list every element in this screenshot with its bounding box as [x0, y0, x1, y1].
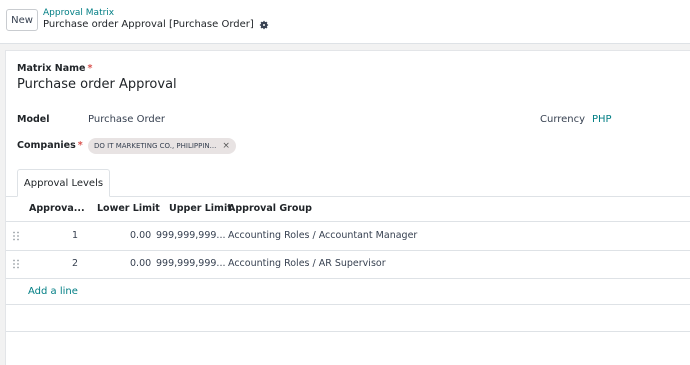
table-row[interactable]: 1 0.00 999,999,999... Accounting Roles /…: [6, 222, 690, 250]
row-divider: [6, 278, 690, 279]
model-label: Model: [17, 114, 50, 125]
add-a-line-link[interactable]: Add a line: [28, 286, 78, 297]
tab-approval-levels[interactable]: Approval Levels: [17, 169, 110, 197]
upper-limit-cell: 999,999,999...: [156, 258, 226, 269]
lower-limit-cell: 0.00: [130, 230, 152, 241]
table-row[interactable]: 2 0.00 999,999,999... Accounting Roles /…: [6, 251, 690, 278]
companies-label: Companies *: [17, 140, 83, 151]
matrix-name-label-text: Matrix Name: [17, 63, 86, 74]
column-header-lower-limit[interactable]: Lower Limit: [97, 203, 160, 214]
companies-label-text: Companies: [17, 140, 76, 151]
approval-level-cell: 2: [72, 258, 79, 269]
column-header-upper-limit[interactable]: Upper Limit: [169, 203, 232, 214]
currency-label: Currency: [540, 114, 586, 125]
approval-group-cell: Accounting Roles / Accountant Manager: [228, 230, 418, 241]
close-icon[interactable]: ×: [222, 141, 230, 151]
required-mark: *: [87, 63, 93, 74]
model-field[interactable]: Purchase Order: [88, 114, 165, 125]
currency-field[interactable]: PHP: [592, 114, 612, 125]
column-header-approval-group[interactable]: Approval Group: [228, 203, 312, 214]
table-bottom-divider: [6, 331, 690, 332]
form-sheet: Matrix Name * Purchase order Approval Mod…: [5, 50, 690, 365]
approval-group-cell: Accounting Roles / AR Supervisor: [228, 258, 386, 269]
lower-limit-cell: 0.00: [130, 258, 152, 269]
approval-level-cell: 1: [72, 230, 79, 241]
column-header-approval-level[interactable]: Approva...: [29, 203, 85, 214]
record-title: Purchase order Approval [Purchase Order]: [43, 19, 254, 30]
add-line-divider: [6, 304, 690, 305]
drag-handle-icon[interactable]: [12, 259, 20, 269]
company-tag[interactable]: DO IT MARKETING CO., PHILIPPIN... ×: [88, 138, 236, 154]
drag-handle-icon[interactable]: [12, 231, 20, 241]
new-button[interactable]: New: [6, 9, 38, 31]
gear-icon[interactable]: [259, 20, 269, 30]
matrix-name-field[interactable]: Purchase order Approval: [17, 77, 177, 92]
required-mark: *: [77, 140, 83, 151]
matrix-name-label: Matrix Name *: [17, 63, 92, 74]
breadcrumb-approval-matrix[interactable]: Approval Matrix: [43, 8, 114, 18]
upper-limit-cell: 999,999,999...: [156, 230, 226, 241]
breadcrumb-current: Purchase order Approval [Purchase Order]: [43, 19, 269, 30]
company-tag-label: DO IT MARKETING CO., PHILIPPIN...: [94, 142, 217, 150]
control-panel: New Approval Matrix Purchase order Appro…: [0, 0, 690, 44]
